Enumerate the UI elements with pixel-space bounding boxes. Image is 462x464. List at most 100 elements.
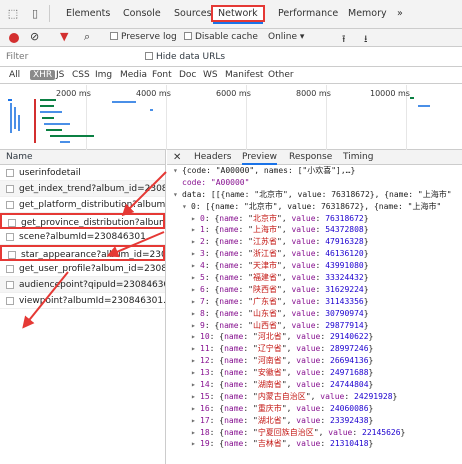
request-row-highlighted[interactable]: star_appearance?album_id=2308... bbox=[0, 245, 165, 261]
network-toolbar: ⊘ ▼ ⌕ Preserve log Disable cache Online … bbox=[0, 29, 462, 47]
item-value: 24291928 bbox=[354, 391, 393, 401]
request-row[interactable]: get_user_profile?album_id=2308... bbox=[0, 261, 165, 277]
json-data-line[interactable]: ▾ data: [[{name: "北京市", value: 76318672},… bbox=[173, 189, 462, 201]
timeline-bar bbox=[42, 117, 54, 119]
name-column-header[interactable]: Name bbox=[0, 150, 165, 165]
type-other[interactable]: Other bbox=[268, 70, 294, 80]
more-tabs-button[interactable]: » bbox=[397, 8, 403, 19]
request-detail-pane: ✕ Headers Preview Response Timing ▾ {code… bbox=[167, 150, 462, 464]
item-index: 4 bbox=[200, 261, 205, 271]
request-row-highlighted[interactable]: get_province_distribution?album... bbox=[0, 213, 165, 229]
json-item-line[interactable]: ▸ 7: {name: "广东省", value: 31143356} bbox=[173, 296, 462, 308]
json-item-line[interactable]: ▸ 12: {name: "河南省", value: 26694136} bbox=[173, 355, 462, 367]
record-icon[interactable] bbox=[9, 33, 19, 43]
json-item-line[interactable]: ▸ 15: {name: "内蒙古自治区", value: 24291928} bbox=[173, 391, 462, 403]
tab-performance[interactable]: Performance bbox=[278, 8, 338, 19]
item-value: 24744804 bbox=[330, 380, 369, 390]
item-index: 11 bbox=[200, 344, 210, 354]
filter-input[interactable] bbox=[6, 50, 136, 64]
disable-cache-label: Disable cache bbox=[195, 32, 258, 42]
request-row[interactable]: userinfodetail bbox=[0, 165, 165, 181]
item-value: 30790974 bbox=[325, 308, 364, 318]
json-item-line[interactable]: ▸ 5: {name: "福建省", value: 33324432} bbox=[173, 272, 462, 284]
json-item-line[interactable]: ▸ 6: {name: "陕西省", value: 31629224} bbox=[173, 284, 462, 296]
tab-sources[interactable]: Sources bbox=[174, 8, 212, 19]
type-font[interactable]: Font bbox=[152, 70, 172, 80]
disable-cache-checkbox[interactable]: Disable cache bbox=[184, 32, 258, 42]
clear-icon[interactable]: ⊘ bbox=[30, 30, 39, 43]
expand-triangle-icon: ▸ bbox=[191, 273, 196, 283]
type-ws[interactable]: WS bbox=[203, 70, 218, 80]
timeline-bar bbox=[40, 99, 56, 101]
type-manifest[interactable]: Manifest bbox=[225, 70, 263, 80]
expand-triangle-icon: ▾ bbox=[173, 189, 178, 199]
request-row[interactable]: audiencepoint?qipuId=230846301 bbox=[0, 277, 165, 293]
json-item-line[interactable]: ▸ 3: {name: "浙江省", value: 46136120} bbox=[173, 248, 462, 260]
request-row[interactable]: get_platform_distribution?album... bbox=[0, 197, 165, 213]
filter-icon[interactable]: ▼ bbox=[60, 30, 68, 43]
json-item-line[interactable]: ▸ 17: {name: "湖北省", value: 23392438} bbox=[173, 415, 462, 427]
hide-data-urls-checkbox[interactable]: Hide data URLs bbox=[145, 52, 225, 62]
preserve-log-checkbox[interactable]: Preserve log bbox=[110, 32, 177, 42]
json-item-line[interactable]: ▸ 4: {name: "天津市", value: 43991080} bbox=[173, 260, 462, 272]
expand-triangle-icon: ▸ bbox=[191, 403, 196, 413]
inspect-element-icon[interactable]: ⬚ bbox=[6, 7, 20, 21]
tab-elements[interactable]: Elements bbox=[66, 8, 110, 19]
item-value: 31629224 bbox=[325, 284, 364, 294]
request-list: Name userinfodetail get_index_trend?albu… bbox=[0, 150, 166, 464]
request-row[interactable]: get_index_trend?album_id=2308... bbox=[0, 181, 165, 197]
json-item-line[interactable]: ▸ 9: {name: "山西省", value: 29877914} bbox=[173, 320, 462, 332]
tab-memory[interactable]: Memory bbox=[348, 8, 387, 19]
type-img[interactable]: Img bbox=[95, 70, 112, 80]
item-name: 福建省 bbox=[253, 273, 277, 283]
json-preview: ▾ {code: "A00000", names: ["小欢喜"],…} code… bbox=[167, 165, 462, 450]
json-item-line[interactable]: ▸ 16: {name: "重庆市", value: 24060086} bbox=[173, 403, 462, 415]
json-root-line[interactable]: ▾ {code: "A00000", names: ["小欢喜"],…} bbox=[173, 165, 462, 177]
json-item-line[interactable]: ▸ 10: {name: "河北省", value: 29140622} bbox=[173, 331, 462, 343]
type-js[interactable]: JS bbox=[56, 70, 64, 80]
type-doc[interactable]: Doc bbox=[179, 70, 196, 80]
type-css[interactable]: CSS bbox=[72, 70, 90, 80]
type-xhr[interactable]: XHR bbox=[30, 70, 56, 80]
json-item-line[interactable]: ▸ 18: {name: "宁夏回族自治区", value: 22145626} bbox=[173, 427, 462, 439]
item-name: 辽宁省 bbox=[257, 344, 282, 354]
item-name: 江苏省 bbox=[253, 237, 277, 247]
item-index: 19 bbox=[200, 439, 210, 449]
type-media[interactable]: Media bbox=[120, 70, 147, 80]
json-item-line[interactable]: ▸ 11: {name: "辽宁省", value: 28997246} bbox=[173, 343, 462, 355]
xhr-file-icon bbox=[8, 251, 16, 259]
json-item-line[interactable]: ▸ 2: {name: "江苏省", value: 47916328} bbox=[173, 236, 462, 248]
json-item-line[interactable]: ▸ 1: {name: "上海市", value: 54372808} bbox=[173, 224, 462, 236]
close-icon[interactable]: ✕ bbox=[173, 152, 181, 163]
expand-triangle-icon: ▾ bbox=[173, 166, 178, 175]
item-name: 北京市 bbox=[253, 213, 277, 223]
item-index: 6 bbox=[200, 284, 205, 294]
type-all[interactable]: All bbox=[9, 70, 20, 80]
json-item-line[interactable]: ▸ 0: {name: "北京市", value: 76318672} bbox=[173, 213, 462, 225]
item-value: 24060086 bbox=[330, 403, 369, 413]
json-item-line[interactable]: ▸ 8: {name: "山东省", value: 30790974} bbox=[173, 308, 462, 320]
request-row[interactable]: scene?albumId=230846301 bbox=[0, 229, 165, 245]
request-row[interactable]: viewpoint?albumId=230846301... bbox=[0, 293, 165, 309]
json-first-array: 0: [{name: "北京市", value: 76318672}, {nam… bbox=[191, 201, 442, 211]
timeline-overview[interactable]: 2000 ms 4000 ms 6000 ms 8000 ms 10000 ms bbox=[0, 85, 462, 150]
tab-network[interactable]: Network bbox=[211, 5, 265, 24]
device-toolbar-icon[interactable]: ▯ bbox=[28, 7, 42, 21]
json-first-array-line[interactable]: ▾ 0: [{name: "北京市", value: 76318672}, {na… bbox=[173, 201, 462, 213]
timeline-bar bbox=[50, 135, 94, 137]
timeline-bar bbox=[46, 129, 62, 131]
timeline-bar bbox=[44, 123, 70, 125]
json-item-line[interactable]: ▸ 19: {name: "吉林省", value: 21310418} bbox=[173, 438, 462, 450]
throttle-value: Online bbox=[268, 32, 298, 42]
tab-headers[interactable]: Headers bbox=[194, 152, 231, 162]
json-item-line[interactable]: ▸ 14: {name: "湖南省", value: 24744804} bbox=[173, 379, 462, 391]
tab-console[interactable]: Console bbox=[123, 8, 161, 19]
search-icon[interactable]: ⌕ bbox=[84, 30, 90, 44]
throttle-select[interactable]: Online ▾ bbox=[268, 32, 304, 42]
json-item-line[interactable]: ▸ 13: {name: "安徽省", value: 24971688} bbox=[173, 367, 462, 379]
item-value: 31143356 bbox=[325, 296, 364, 306]
item-name: 宁夏回族自治区 bbox=[257, 427, 314, 437]
tab-preview[interactable]: Preview bbox=[242, 152, 278, 165]
tab-response[interactable]: Response bbox=[289, 152, 332, 162]
tab-timing[interactable]: Timing bbox=[343, 152, 373, 162]
